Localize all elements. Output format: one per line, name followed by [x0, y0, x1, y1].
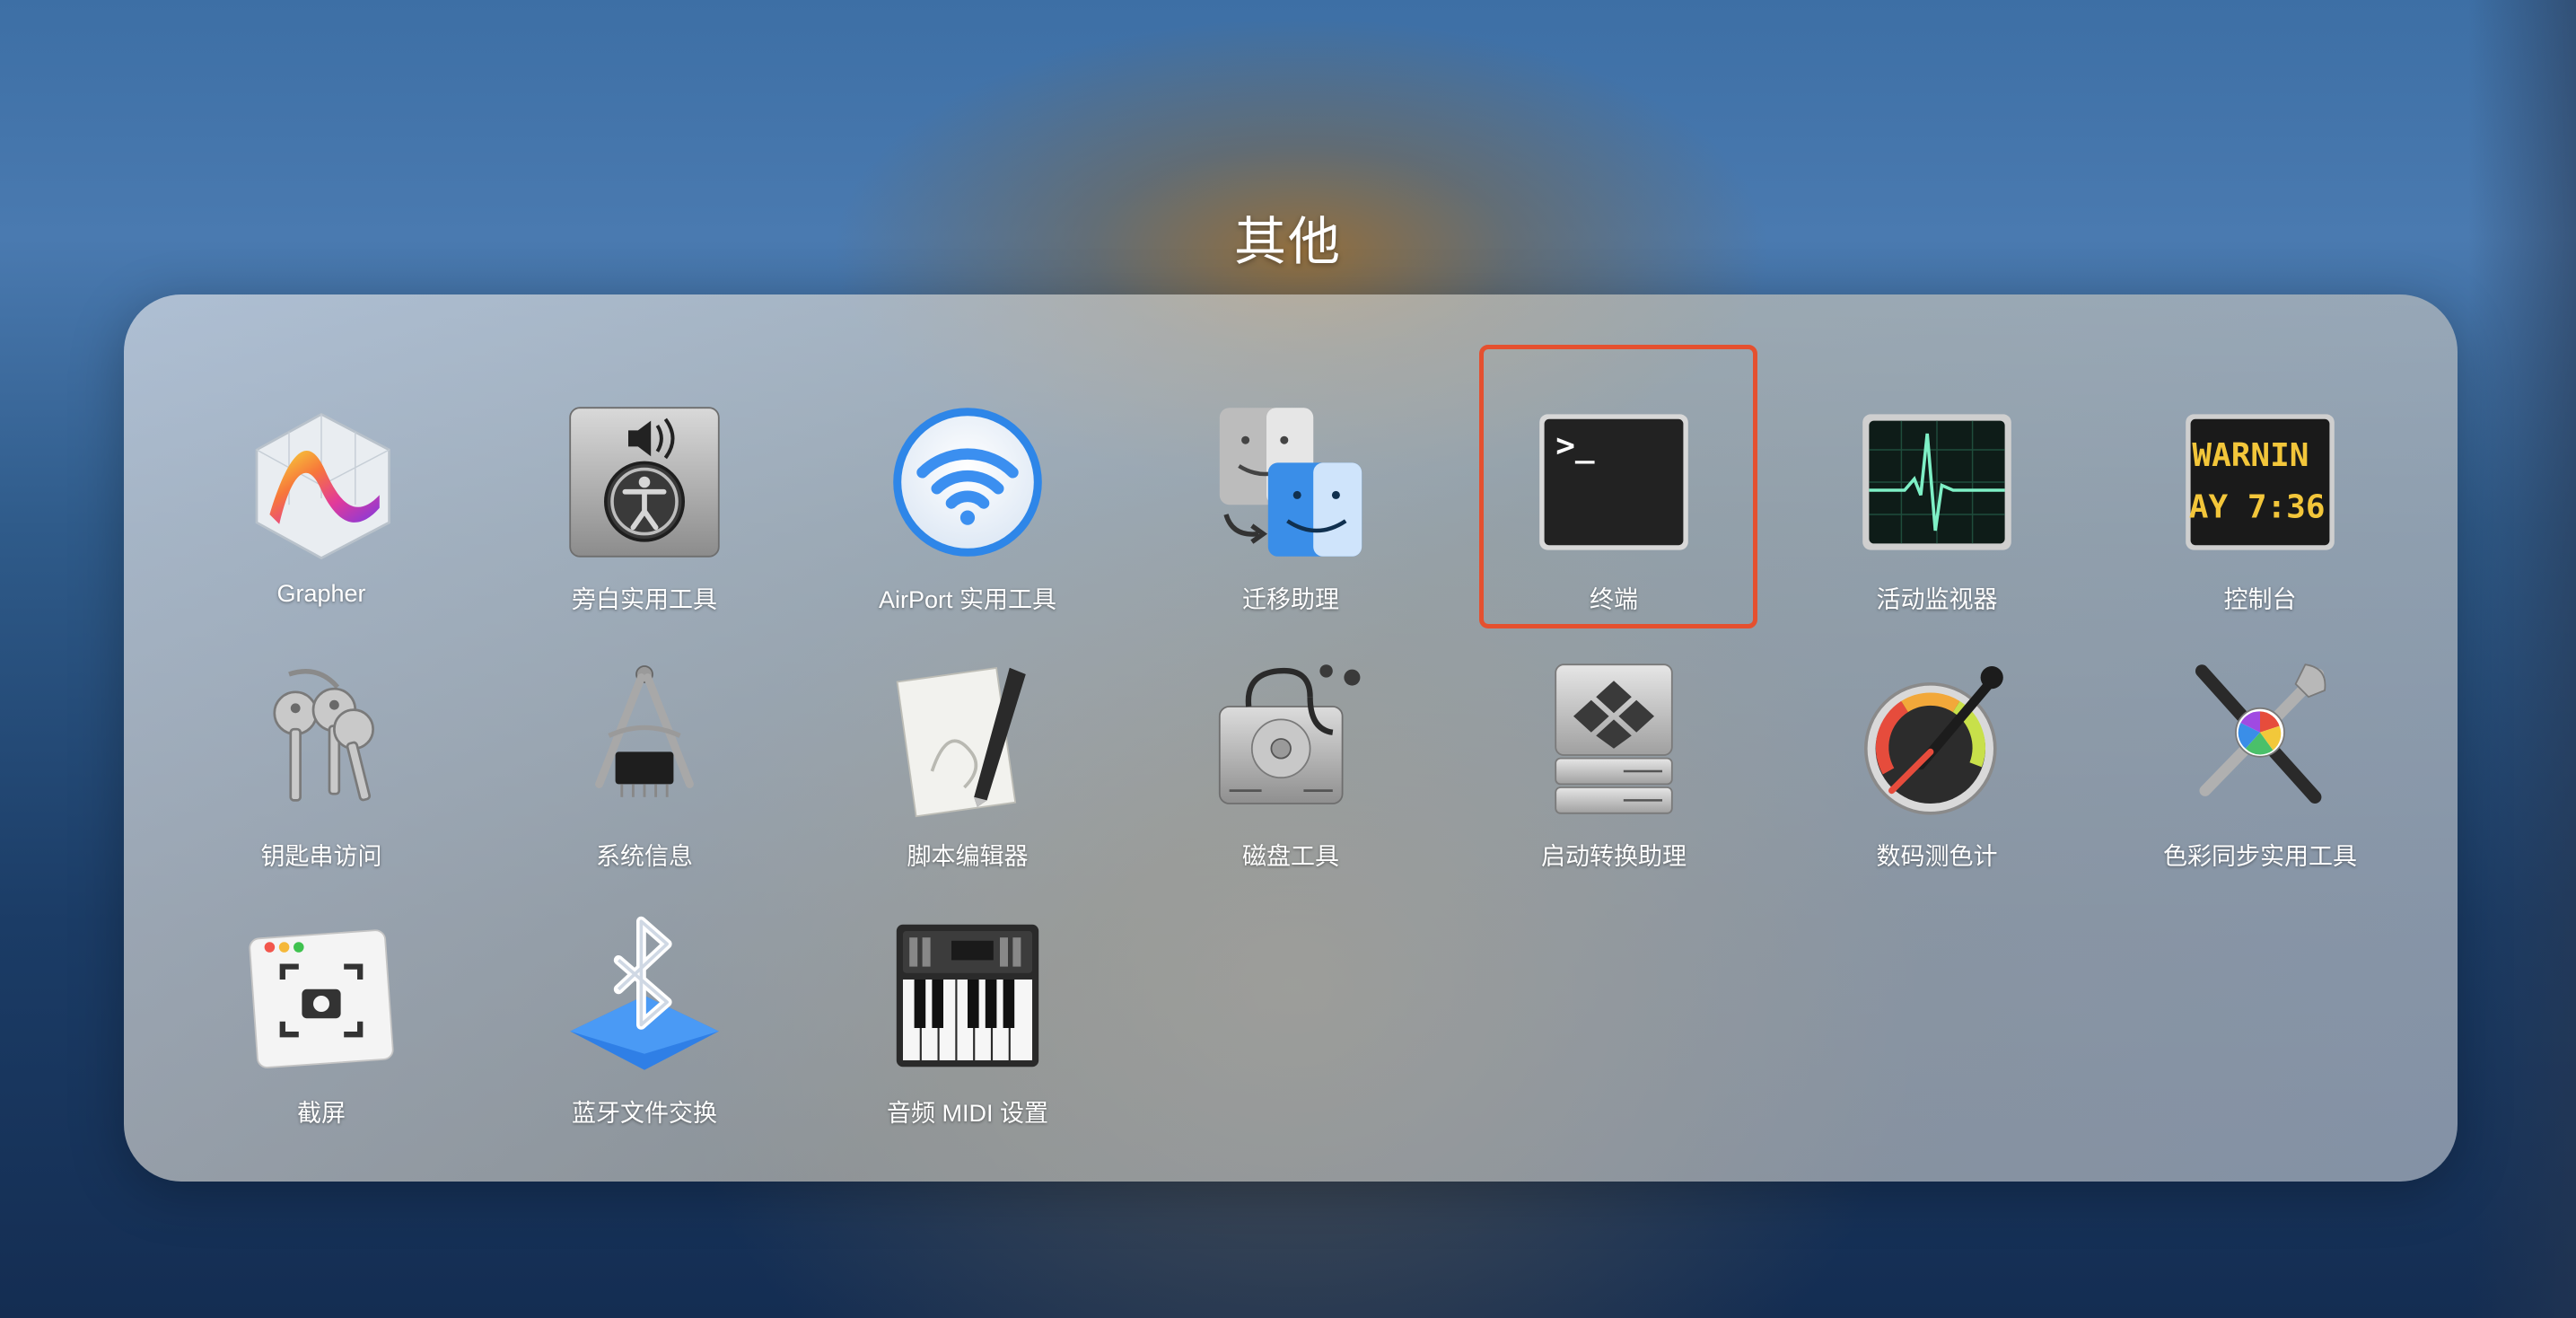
digital-color-meter-icon — [1852, 654, 2022, 824]
console-icon: WARNIN AY 7:36 — [2175, 397, 2345, 567]
app-bluetooth-file-exchange[interactable]: 蓝牙文件交换 — [483, 905, 806, 1161]
wallpaper-edge — [2468, 0, 2576, 1318]
grapher-icon — [236, 397, 407, 567]
keychain-access-icon — [236, 654, 407, 824]
app-label: 启动转换助理 — [1541, 843, 1687, 870]
system-information-icon — [559, 654, 730, 824]
app-migration-assistant[interactable]: 迁移助理 — [1129, 391, 1452, 647]
screenshot-icon — [236, 910, 407, 1081]
app-label: 终端 — [1590, 586, 1638, 613]
app-label: AirPort 实用工具 — [878, 586, 1057, 613]
folder-title: 其他 — [1233, 213, 1342, 271]
app-screenshot[interactable]: 截屏 — [160, 905, 483, 1161]
airport-utility-icon — [882, 397, 1053, 567]
svg-text:AY 7:36: AY 7:36 — [2189, 489, 2326, 526]
terminal-prompt: >_ — [1555, 427, 1595, 464]
app-label: 色彩同步实用工具 — [2163, 843, 2357, 870]
app-audio-midi-setup[interactable]: 音频 MIDI 设置 — [806, 905, 1129, 1161]
bluetooth-file-exchange-icon — [559, 910, 730, 1081]
app-label: 数码测色计 — [1876, 843, 1998, 870]
app-terminal[interactable]: >_ 终端 — [1452, 345, 1775, 647]
app-label: 旁白实用工具 — [572, 586, 717, 613]
app-label: 脚本编辑器 — [907, 843, 1029, 870]
app-label: 磁盘工具 — [1242, 843, 1339, 870]
app-label: 系统信息 — [596, 843, 693, 870]
app-console[interactable]: WARNIN AY 7:36 控制台 — [2098, 391, 2422, 647]
voiceover-utility-icon — [559, 397, 730, 567]
app-airport-utility[interactable]: AirPort 实用工具 — [806, 391, 1129, 647]
app-script-editor[interactable]: 脚本编辑器 — [806, 648, 1129, 904]
app-system-information[interactable]: 系统信息 — [483, 648, 806, 904]
app-label: Grapher — [276, 580, 366, 607]
app-keychain-access[interactable]: 钥匙串访问 — [160, 648, 483, 904]
app-label: 蓝牙文件交换 — [572, 1100, 717, 1127]
app-label: 迁移助理 — [1242, 586, 1339, 613]
boot-camp-assistant-icon — [1529, 654, 1699, 824]
app-label: 活动监视器 — [1876, 586, 1998, 613]
svg-text:WARNIN: WARNIN — [2192, 437, 2309, 474]
app-disk-utility[interactable]: 磁盘工具 — [1129, 648, 1452, 904]
app-label: 音频 MIDI 设置 — [887, 1100, 1048, 1127]
app-label: 钥匙串访问 — [260, 843, 382, 870]
app-digital-color-meter[interactable]: 数码测色计 — [1775, 648, 2098, 904]
migration-assistant-icon — [1205, 397, 1376, 567]
app-grapher[interactable]: Grapher — [160, 391, 483, 647]
app-label: 控制台 — [2223, 586, 2297, 613]
audio-midi-setup-icon — [882, 910, 1053, 1081]
app-colorsync-utility[interactable]: 色彩同步实用工具 — [2098, 648, 2422, 904]
app-activity-monitor[interactable]: 活动监视器 — [1775, 391, 2098, 647]
app-voiceover-utility[interactable]: 旁白实用工具 — [483, 391, 806, 647]
colorsync-utility-icon — [2175, 654, 2345, 824]
terminal-icon: >_ — [1529, 397, 1699, 567]
disk-utility-icon — [1205, 654, 1376, 824]
activity-monitor-icon — [1852, 397, 2022, 567]
script-editor-icon — [882, 654, 1053, 824]
launchpad-folder-panel: Grapher 旁白实用工具 AirPort 实用工具 迁移助理 >_ 终端 活… — [124, 294, 2458, 1182]
app-label: 截屏 — [297, 1100, 346, 1127]
app-boot-camp-assistant[interactable]: 启动转换助理 — [1452, 648, 1775, 904]
